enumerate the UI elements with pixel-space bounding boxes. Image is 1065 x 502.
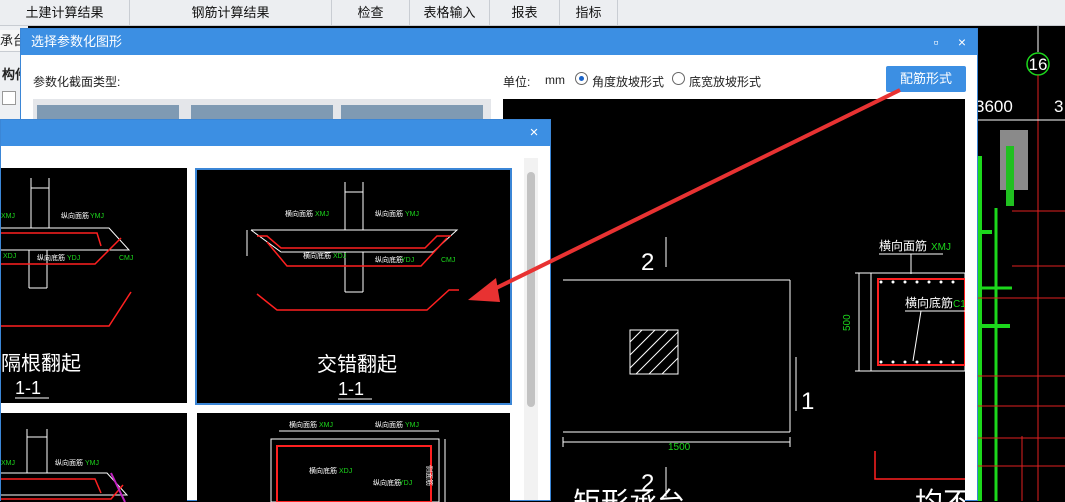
thumbnail-1-section: 1-1 — [15, 378, 41, 398]
section-mark-2-top: 2 — [641, 249, 654, 276]
radio-angle-slope-label[interactable]: 角度放坡形式 — [592, 73, 664, 90]
t1-long-bottom-code: YDJ — [67, 255, 80, 262]
t2-long-top-code: YMJ — [405, 211, 419, 218]
menu-indicator[interactable]: 指标 — [560, 0, 618, 25]
thumbnail-3-drawing: XMJ 纵向面筋 YMJ — [1, 429, 129, 502]
menu-report[interactable]: 报表 — [490, 0, 560, 25]
top-menu-bar: 土建计算结果 钢筋计算结果 检查 表格输入 报表 指标 — [0, 0, 1065, 26]
t3-code: XMJ — [1, 460, 15, 467]
thumbnail-4-drawing: 横向面筋 XMJ 纵向面筋 YMJ 横向底筋 XDJ 纵向底筋 YDJ 侧面筋 — [270, 420, 446, 502]
section-mark-1: 1 — [801, 388, 814, 415]
t1-code-1: XMJ — [1, 213, 15, 220]
new-doc-icon[interactable] — [2, 91, 16, 105]
t4-trans-bottom: 横向底筋 — [309, 466, 337, 475]
t2-cmj: CMJ — [441, 257, 455, 264]
t1-long-bottom: 纵向底筋 — [37, 253, 65, 262]
radio-width-slope[interactable] — [672, 72, 685, 85]
right-top-label: 横向面筋 — [879, 238, 927, 253]
thumbnail-alternate-bent-up[interactable]: XMJ 纵向面筋 YMJ XDJ 纵向底筋 YDJ CMJ 隔根翻起 1-1 — [1, 168, 187, 403]
t2-long-bottom-code: YDJ — [401, 257, 414, 264]
thumbnail-1-drawing: XMJ 纵向面筋 YMJ XDJ 纵向底筋 YDJ CMJ 隔根翻起 1-1 — [1, 178, 133, 399]
thumbnail-4[interactable]: 横向面筋 XMJ 纵向面筋 YMJ 横向底筋 XDJ 纵向底筋 YDJ 侧面筋 — [197, 413, 510, 502]
right-dimension-500: 500 — [842, 314, 853, 331]
popup-close-icon[interactable]: × — [522, 120, 546, 146]
shape-preview-canvas[interactable]: 2 1 1500 2 矩形承台 横向面筋 XMJ — [503, 99, 965, 502]
close-icon[interactable]: × — [949, 29, 975, 55]
dimension-1500: 1500 — [668, 442, 691, 453]
scrollbar-thumb[interactable] — [527, 172, 535, 407]
menu-civil-results[interactable]: 土建计算结果 — [0, 0, 130, 25]
dialog-title: 选择参数化图形 — [31, 34, 123, 49]
preview-bottom-left-text: 矩形承台 — [573, 487, 685, 502]
menu-table-input[interactable]: 表格输入 — [410, 0, 490, 25]
t2-top-bar: 横向面筋 — [285, 209, 313, 218]
t4-trans-bottom-code: XDJ — [339, 468, 352, 475]
t3-long-top-code: YMJ — [85, 460, 99, 467]
dimension-text: 3600 — [975, 97, 1013, 116]
thumbnail-staggered-bent-up[interactable]: 横向面筋 XMJ 纵向面筋 YMJ 横向底筋 XDJ 纵向底筋 YDJ CMJ … — [195, 168, 512, 405]
t4-long-top: 纵向面筋 — [375, 420, 403, 429]
right-bottom-code: C1 — [953, 299, 965, 310]
thumbnail-2-drawing: 横向面筋 XMJ 纵向面筋 YMJ 横向底筋 XDJ 纵向底筋 YDJ CMJ … — [246, 182, 459, 400]
t1-bottom-code: XDJ — [3, 253, 16, 260]
thumbnail-2-name: 交错翻起 — [317, 353, 397, 376]
radio-angle-slope[interactable] — [575, 72, 588, 85]
unit-label: 单位: — [503, 75, 531, 89]
t2-long-bottom: 纵向底筋 — [375, 255, 403, 264]
t1-cmj: CMJ — [119, 255, 133, 262]
rebar-form-button[interactable]: 配筋形式 — [886, 66, 966, 92]
menu-check[interactable]: 检查 — [332, 0, 410, 25]
t2-long-top: 纵向面筋 — [375, 209, 403, 218]
t4-long-top-code: YMJ — [405, 422, 419, 429]
unit-value: mm — [545, 73, 565, 87]
t4-long-bottom-code: YDJ — [399, 480, 412, 487]
right-bottom-label: 横向底筋 — [905, 295, 953, 310]
thumbnail-3[interactable]: XMJ 纵向面筋 YMJ — [1, 413, 187, 502]
dimension-text-2: 3 — [1054, 97, 1063, 116]
t2-trans-bottom: 横向底筋 — [303, 251, 331, 260]
shape-thumbnail-popup: × XMJ 纵向面筋 YMJ XDJ 纵向底筋 YDJ CMJ 隔根翻起 1-1… — [0, 119, 551, 502]
section-type-label: 参数化截面类型: — [33, 75, 121, 89]
t2-trans-bottom-code: XDJ — [333, 253, 346, 260]
t1-long-top-code: YMJ — [90, 213, 104, 220]
t2-top-bar-code: XMJ — [315, 211, 329, 218]
popup-title-bar: × — [1, 120, 550, 146]
menu-rebar-results[interactable]: 钢筋计算结果 — [130, 0, 332, 25]
thumbnail-1-name: 隔根翻起 — [1, 352, 81, 375]
t1-long-top: 纵向面筋 — [61, 211, 89, 220]
thumbnail-2-section: 1-1 — [338, 379, 364, 399]
background-cad-drawing: 16 3600 3 — [972, 26, 1065, 501]
t4-top-bar: 横向面筋 — [289, 420, 317, 429]
radio-width-slope-label[interactable]: 底宽放坡形式 — [689, 73, 761, 90]
t3-long-top: 纵向面筋 — [55, 458, 83, 467]
preview-bottom-text: 均不 — [915, 487, 965, 502]
maximize-icon[interactable]: ▫ — [923, 29, 949, 55]
preview-drawing: 2 1 1500 2 矩形承台 横向面筋 XMJ — [562, 237, 965, 502]
right-top-code: XMJ — [931, 242, 951, 253]
background-cad-view[interactable]: 16 3600 3 — [972, 26, 1065, 501]
thumbnail-scrollbar[interactable] — [524, 158, 538, 500]
t4-side: 侧面筋 — [425, 465, 434, 486]
dialog-title-bar: 选择参数化图形 ▫ × — [21, 29, 977, 55]
t4-long-bottom: 纵向底筋 — [373, 478, 401, 487]
t4-top-bar-code: XMJ — [319, 422, 333, 429]
axis-number: 16 — [1029, 55, 1048, 74]
